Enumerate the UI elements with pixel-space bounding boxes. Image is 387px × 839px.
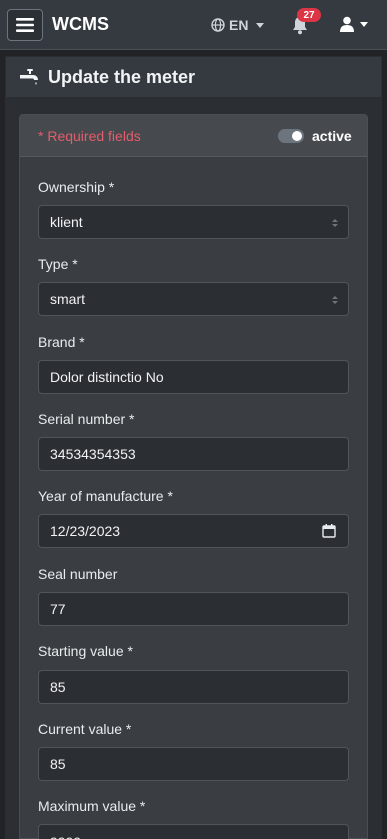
ownership-select[interactable]: klient <box>38 205 349 239</box>
year-of-manufacture-value: 12/23/2023 <box>50 523 121 539</box>
brand-logo-text[interactable]: WCMS <box>52 14 109 35</box>
current-value-value: 85 <box>50 756 66 772</box>
page-title: Update the meter <box>48 66 196 87</box>
active-toggle[interactable] <box>278 129 304 143</box>
menu-toggle-button[interactable] <box>7 9 43 41</box>
language-label: EN <box>229 17 249 33</box>
language-dropdown[interactable]: EN <box>211 16 265 34</box>
globe-icon <box>211 18 225 32</box>
card-header: * Required fields active <box>20 115 367 157</box>
ownership-label: Ownership * <box>38 179 115 195</box>
status-label: active <box>312 128 352 144</box>
serial-number-label: Serial number * <box>38 411 135 427</box>
select-arrows-icon <box>332 219 338 227</box>
brand-input[interactable]: Dolor distinctio No <box>38 360 349 394</box>
status-switch[interactable]: active <box>278 128 352 144</box>
type-label: Type * <box>38 256 78 272</box>
user-menu-dropdown[interactable] <box>340 16 368 32</box>
maximum-value-label: Maximum value * <box>38 798 146 814</box>
serial-number-value: 34534354353 <box>50 446 136 462</box>
brand-value: Dolor distinctio No <box>50 369 164 385</box>
current-value-label: Current value * <box>38 721 132 737</box>
type-select[interactable]: smart <box>38 282 349 316</box>
faucet-icon <box>20 69 38 85</box>
year-of-manufacture-date-input[interactable]: 12/23/2023 <box>38 514 349 548</box>
type-value: smart <box>50 291 85 307</box>
seal-number-input[interactable]: 77 <box>38 592 349 626</box>
hamburger-icon <box>16 18 34 32</box>
seal-number-label: Seal number <box>38 566 118 582</box>
toggle-knob <box>292 131 302 141</box>
calendar-icon[interactable] <box>322 524 336 538</box>
starting-value-label: Starting value * <box>38 643 133 659</box>
select-arrows-icon <box>332 296 338 304</box>
required-fields-note: * Required fields <box>38 128 141 144</box>
page-header: Update the meter <box>5 56 382 98</box>
chevron-down-icon <box>360 21 368 27</box>
current-value-input[interactable]: 85 <box>38 747 349 781</box>
brand-label: Brand * <box>38 334 85 350</box>
maximum-value-value: 9999 <box>50 834 81 839</box>
top-navbar: WCMS EN 27 <box>0 0 387 50</box>
starting-value-value: 85 <box>50 679 66 695</box>
ownership-value: klient <box>50 214 83 230</box>
user-icon <box>340 16 354 32</box>
seal-number-value: 77 <box>50 601 66 617</box>
serial-number-input[interactable]: 34534354353 <box>38 437 349 471</box>
year-of-manufacture-label: Year of manufacture * <box>38 488 173 504</box>
maximum-value-input[interactable]: 9999 <box>38 824 349 839</box>
notification-count-badge: 27 <box>297 8 321 22</box>
chevron-down-icon <box>256 22 265 28</box>
starting-value-input[interactable]: 85 <box>38 670 349 704</box>
